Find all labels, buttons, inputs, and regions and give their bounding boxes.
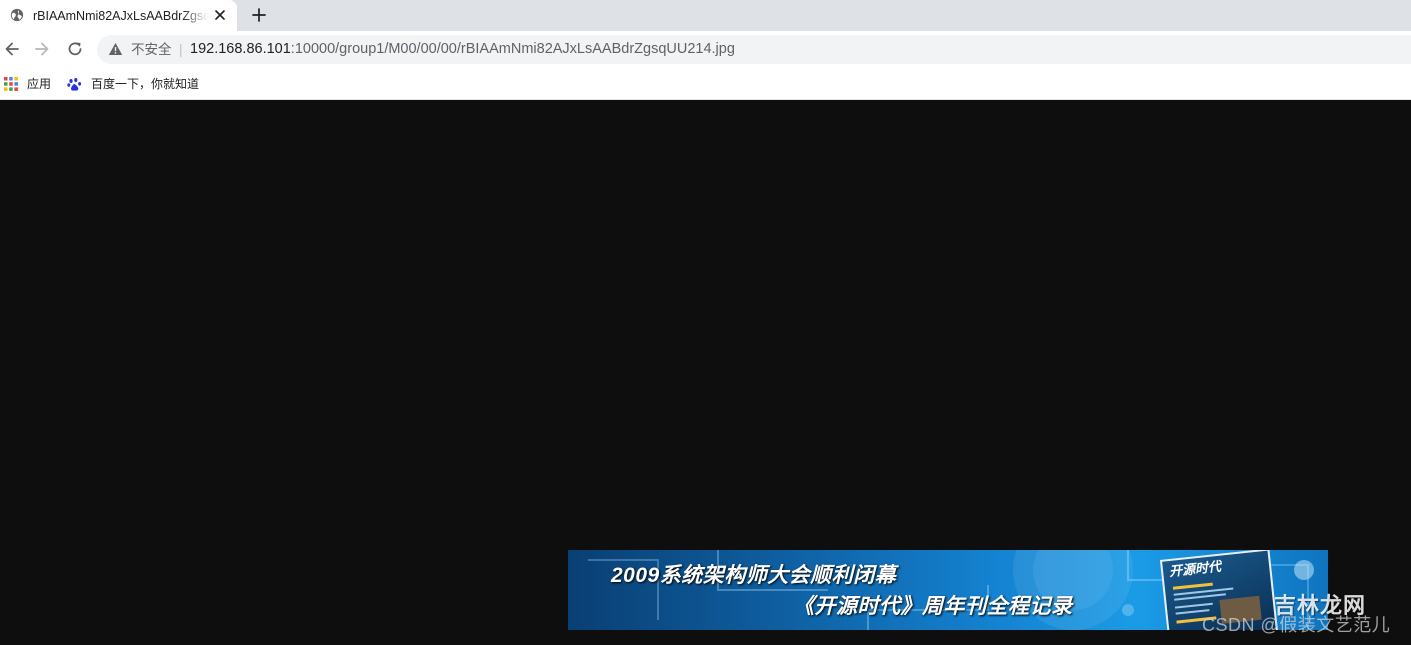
browser-toolbar: 不安全 | 192.168.86.101:10000/group1/M00/00… <box>0 31 1411 68</box>
url-host: 192.168.86.101 <box>190 41 291 57</box>
image-viewport: 2009系统架构师大会顺利闭幕 《开源时代》周年刊全程记录 开源时代 吉林龙网 … <box>0 101 1411 645</box>
bookmark-baidu[interactable]: 百度一下，你就知道 <box>67 75 199 93</box>
banner-headline: 2009系统架构师大会顺利闭幕 <box>611 564 897 587</box>
not-secure-label[interactable]: 不安全 <box>131 42 172 58</box>
url-text[interactable]: 192.168.86.101:10000/group1/M00/00/00/rB… <box>190 41 735 58</box>
banner-subheadline: 《开源时代》周年刊全程记录 <box>793 595 1073 618</box>
url-separator: | <box>179 42 183 57</box>
csdn-watermark: CSDN @假装文艺范儿 <box>1202 615 1391 635</box>
close-icon[interactable] <box>213 8 227 22</box>
url-path: :10000/group1/M00/00/00/rBIAAmNmi82AJxLs… <box>290 41 735 57</box>
baidu-paw-icon <box>67 77 82 91</box>
reload-icon[interactable] <box>66 40 84 58</box>
bookmarks-bar: 应用 百度一下，你就知道 <box>0 68 1411 100</box>
bookmark-apps-label: 应用 <box>27 77 52 91</box>
tab-strip: rBIAAmNmi82AJxLsAABdrZgsqUU214.jpg <box>0 0 1411 31</box>
warning-icon[interactable] <box>108 42 123 56</box>
globe-icon <box>10 8 24 22</box>
address-bar[interactable]: 不安全 | 192.168.86.101:10000/group1/M00/00… <box>97 35 1411 64</box>
new-tab-icon[interactable] <box>250 6 268 24</box>
apps-grid-icon <box>4 77 18 91</box>
tab-title: rBIAAmNmi82AJxLsAABdrZgsqUU214.jpg <box>33 9 208 23</box>
magazine-title: 开源时代 <box>1168 558 1222 580</box>
back-arrow-icon[interactable] <box>3 40 21 58</box>
active-tab[interactable]: rBIAAmNmi82AJxLsAABdrZgsqUU214.jpg <box>0 0 237 31</box>
bookmark-baidu-label: 百度一下，你就知道 <box>91 77 200 91</box>
forward-arrow-icon[interactable] <box>33 40 51 58</box>
bookmark-apps[interactable]: 应用 <box>4 75 51 93</box>
